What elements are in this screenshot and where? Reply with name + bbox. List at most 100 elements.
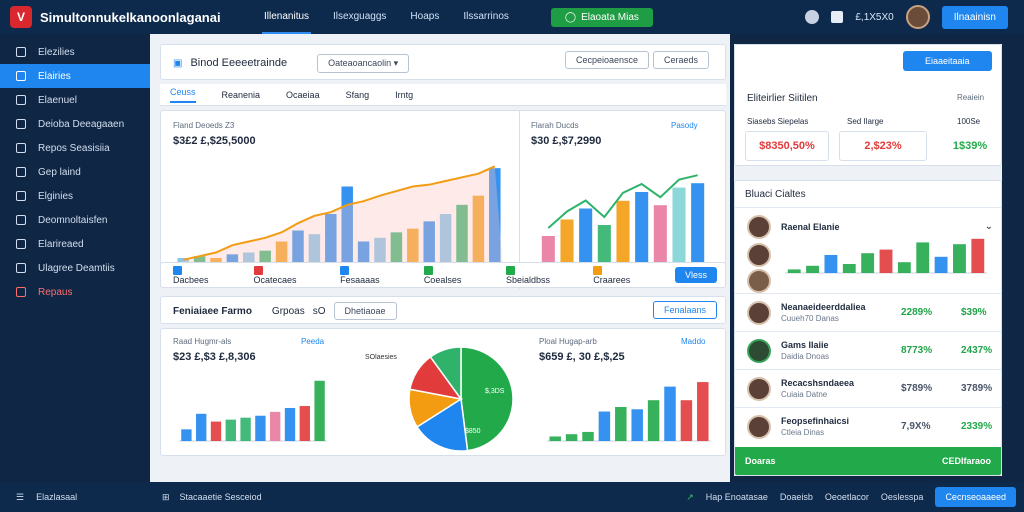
topnav-item-0[interactable]: Illenanitus [262, 1, 312, 34]
bar-4 [240, 417, 251, 441]
person-name: Raenal Elanie [781, 221, 840, 232]
bar-9 [953, 244, 966, 273]
legend-item-4[interactable]: Sbeialdbss [505, 265, 553, 285]
sidebar-item-4[interactable]: Repos Seasisiia [0, 136, 150, 160]
status-button[interactable]: ◯ Elaoata Mias [550, 7, 653, 27]
person-value-2: 3789% [961, 383, 993, 394]
series-area [175, 166, 503, 269]
sidebar-item-0[interactable]: Elezilies [0, 40, 150, 64]
notification-icon[interactable] [805, 10, 820, 24]
chart4-svg [547, 382, 711, 442]
sidebar-item-1[interactable]: Elairies [0, 64, 150, 88]
col-label-2: 100Se [957, 117, 981, 126]
bottom-item-3[interactable]: Oeslesspa [881, 492, 924, 502]
pie-slice-0 [460, 346, 514, 452]
sidebar-item-2[interactable]: Elaenuel [0, 88, 150, 112]
bar-8 [299, 406, 310, 441]
legend-item-5[interactable]: Craarees [593, 265, 635, 285]
sidebar-item-7[interactable]: Deomnoltaisfen [0, 208, 150, 232]
chart4-link[interactable]: Maddo [681, 337, 705, 346]
tab-0[interactable]: Ceuss [170, 87, 196, 103]
people-card: Bluaci Cialtes Raenal Elanie ⌄ Neanaeide… [734, 180, 1002, 476]
legend-item-2[interactable]: Fesaaaas [340, 265, 384, 285]
person-row-4[interactable]: Feopsefinhaicsi Ctleia Dinas 7,9X% 2339% [735, 407, 1001, 445]
people-list-title: Bluaci Cialtes [745, 189, 806, 200]
person-name: Neanaeideerddaliea [781, 302, 866, 312]
table-icon [16, 143, 26, 153]
legend-item-1[interactable]: Ocatecaes [253, 265, 301, 285]
sidebar-item-10[interactable]: Repaus [0, 280, 150, 304]
bar-5 [635, 192, 649, 269]
balance-text: £,1X5X0 [855, 11, 894, 23]
person-value-2: $39% [961, 307, 987, 318]
sidebar-item-8[interactable]: Elarireaed [0, 232, 150, 256]
bottom-item-0[interactable]: Hap Enoatasae [706, 492, 768, 502]
sidebar-item-label: Repaus [38, 286, 73, 298]
main-content: ▣ Binod Eeeeetrainde Oateaoancaolin ▾ Ce… [150, 34, 730, 482]
pie-label-2: LS(A [393, 398, 409, 405]
chart2-link[interactable]: Pasody [671, 121, 698, 130]
app-logo[interactable]: V [10, 6, 32, 28]
header-button-1[interactable]: Ceraeds [653, 51, 710, 69]
header-button-0[interactable]: Cecpeioaensce [565, 51, 650, 69]
topnav-item-3[interactable]: Ilssarrinos [461, 1, 511, 34]
chart3-link[interactable]: Peeda [301, 337, 324, 346]
tab-4[interactable]: Irntg [395, 90, 413, 100]
legend-item-0[interactable]: Dacbees [173, 265, 214, 285]
user-avatar[interactable] [905, 5, 930, 29]
chevron-down-icon[interactable]: ⌄ [985, 221, 993, 232]
top-right-area: £,1X5X0 Ilnaainisn [805, 5, 1008, 29]
chart3-svg [179, 380, 327, 442]
section-title: Binod Eeeeetrainde [190, 57, 288, 69]
bottom-left-label[interactable]: Elazlasaal [36, 492, 77, 502]
bar-3 [225, 419, 236, 441]
message-icon[interactable] [831, 11, 844, 23]
menu-icon[interactable]: ☰ [16, 492, 24, 503]
sidebar-item-9[interactable]: Ulagree Deamtiis [0, 256, 150, 280]
legend-label: Coealses [423, 275, 462, 286]
person-row-1[interactable]: Neanaeideerddaliea Cuueh70 Danas 2289% $3… [735, 293, 1001, 331]
bottom-item-1[interactable]: Doaeisb [780, 492, 813, 502]
summary-card: Eiaaeitaaia Eliteirlier Siitilen Reaiein… [734, 44, 1002, 166]
bar-7 [672, 187, 686, 269]
person-value-1: 8773% [901, 345, 933, 356]
chart1-svg [175, 165, 503, 270]
topnav-item-2[interactable]: Hoaps [408, 1, 441, 34]
chip-2[interactable]: Dhetiaoae [333, 302, 397, 320]
bottom-mid-label[interactable]: Stacaaetie Sesceiod [180, 492, 262, 502]
people-footer-bar[interactable]: Doaras CEDIfaraoo [735, 447, 1001, 475]
stat-box-2: 1$39% [952, 140, 988, 152]
bottom-cta-button[interactable]: Cecnseoaaeed [935, 487, 1016, 507]
chip-0[interactable]: Grpoas [272, 306, 305, 317]
col-label-1: Sed Ilarge [847, 117, 884, 126]
legend-label: Craarees [593, 275, 631, 286]
person-name: Feopsefinhaicsi [781, 416, 850, 426]
section-dropdown[interactable]: Oateaoancaolin ▾ [317, 53, 410, 73]
add-icon[interactable]: ⊞ [162, 492, 170, 503]
search-icon [16, 191, 26, 201]
sidebar-item-5[interactable]: Gep laind [0, 160, 150, 184]
right-cta-button[interactable]: Eiaaeitaaia [903, 51, 992, 71]
sidebar-item-6[interactable]: Elginies [0, 184, 150, 208]
chip-1[interactable]: sO [313, 306, 326, 317]
stat-box-1: 2,$23% [839, 131, 927, 161]
legend-item-3[interactable]: Coealses [423, 265, 466, 286]
bottom-item-2[interactable]: Oeoetlacor [825, 492, 869, 502]
topnav-item-1[interactable]: Ilsexguaggs [331, 1, 388, 34]
sidebar-item-3[interactable]: Deioba Deeagaaen [0, 112, 150, 136]
tab-2[interactable]: Ocaeiaa [286, 90, 320, 100]
performance-button[interactable]: Fenalaans [653, 301, 718, 319]
chart2-svg [539, 174, 707, 270]
col-label-0: Siasebs Siepelas [747, 117, 809, 126]
top-cta-button[interactable]: Ilnaainisn [941, 5, 1008, 29]
tab-3[interactable]: Sfang [346, 90, 370, 100]
person-row-3[interactable]: Recacshsndaeea Cuiaia Datne $789% 3789% [735, 369, 1001, 407]
sidebar-item-label: Gep laind [38, 166, 81, 178]
tab-1[interactable]: Reanenia [222, 90, 261, 100]
bar-7 [664, 386, 676, 441]
person-row-2[interactable]: Gams Ilaiie Daidia Dnoas 8773% 2437% [735, 331, 1001, 369]
legend-view-button[interactable]: Vless [675, 267, 718, 283]
chart2-value: $30 £,$7,2990 [531, 135, 602, 147]
section-icon: ▣ [173, 57, 183, 69]
bar-8 [691, 183, 705, 269]
